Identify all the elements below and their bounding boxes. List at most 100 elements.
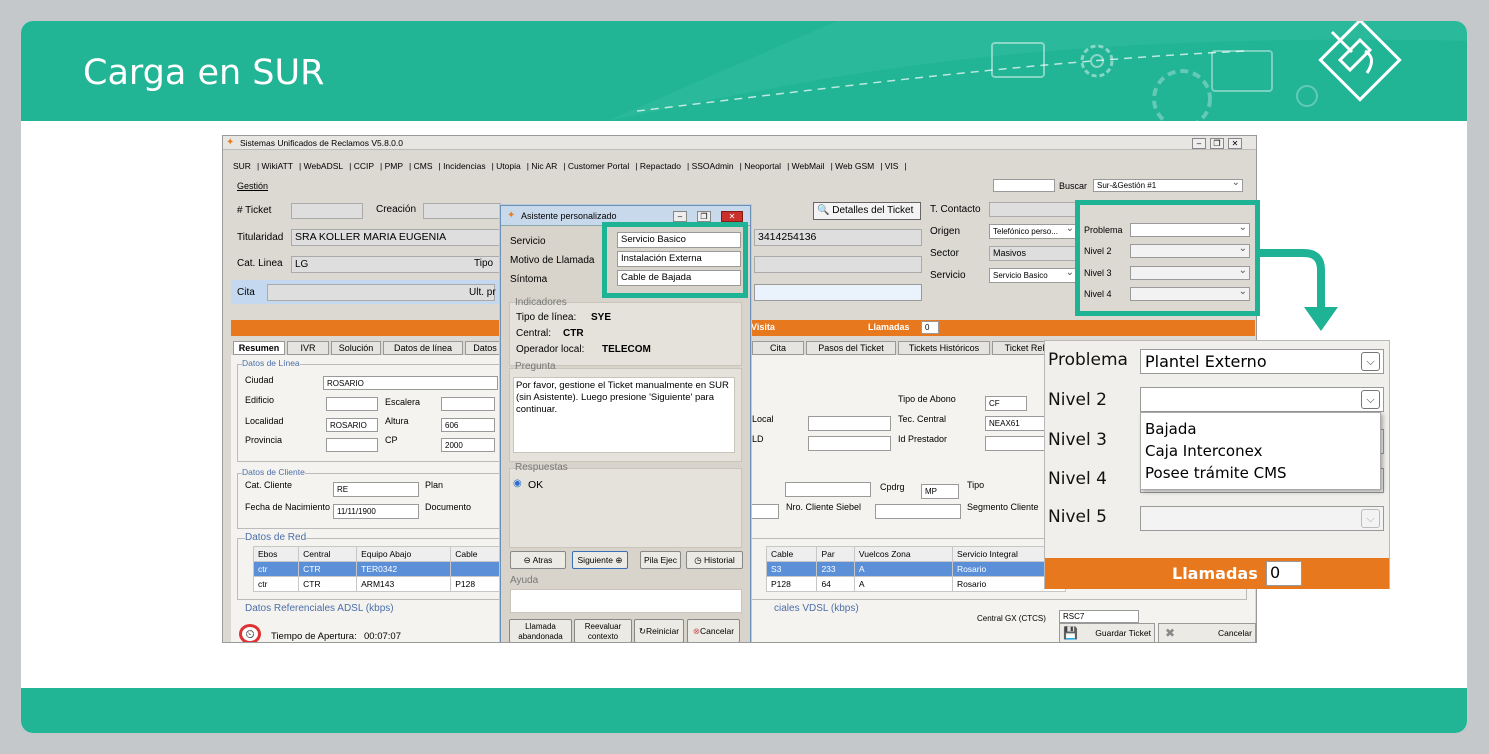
menu-item[interactable]: Neoportal: [744, 161, 781, 171]
slide: Carga en SUR ✦ Sistemas Unificados de Re…: [21, 21, 1467, 733]
menu-item[interactable]: WikiATT: [262, 161, 293, 171]
atras-button[interactable]: ⊖ Atras: [510, 551, 566, 569]
search-icon: 🔍: [817, 205, 830, 216]
menu-item[interactable]: SSOAdmin: [692, 161, 734, 171]
localidad-label: Localidad: [245, 416, 284, 426]
history-icon: ◷: [694, 555, 702, 565]
menu-item[interactable]: WebMail: [792, 161, 825, 171]
tab-ivr[interactable]: IVR: [287, 341, 329, 355]
menu-item[interactable]: CMS: [414, 161, 433, 171]
ld-field: [808, 436, 891, 451]
col-header: Equipo Abajo: [356, 546, 452, 562]
cancelar-button[interactable]: ✖ Cancelar: [1158, 623, 1256, 642]
tab-cita[interactable]: Cita: [752, 341, 804, 355]
cell: 233: [816, 561, 855, 577]
menu-item[interactable]: SUR: [233, 161, 251, 171]
menu-item[interactable]: Web GSM: [835, 161, 874, 171]
menu-item[interactable]: Nic AR: [531, 161, 557, 171]
menu-item[interactable]: CCIP: [354, 161, 374, 171]
central-gx-field: RSC7: [1059, 610, 1139, 623]
ayuda-box: [510, 589, 742, 613]
cell: P128: [765, 576, 818, 592]
t-contacto-label: T. Contacto: [930, 204, 981, 215]
nro-cliente-label: Nro. Cliente Siebel: [786, 502, 862, 512]
llamada-abandonada-button[interactable]: Llamada abandonada: [509, 619, 572, 642]
cell: A: [853, 561, 953, 577]
cpdrg-label: Cpdrg: [880, 482, 905, 492]
operador-value: TELECOM: [602, 344, 651, 355]
zoom-nivel5-label: Nivel 5: [1048, 507, 1107, 527]
slide-header: Carga en SUR: [21, 21, 1467, 121]
dlg-motivo-label: Motivo de Llamada: [510, 255, 595, 266]
pila-ejec-button[interactable]: Pila Ejec: [640, 551, 681, 569]
detalles-button[interactable]: 🔍 Detalles del Ticket: [813, 202, 921, 220]
siguiente-button[interactable]: Siguiente ⊕: [572, 551, 628, 569]
menu-item[interactable]: Incidencias: [443, 161, 486, 171]
reiniciar-button[interactable]: ↻Reiniciar: [634, 619, 684, 642]
col-header: Par: [816, 546, 855, 562]
pregunta-text: Por favor, gestione el Ticket manualment…: [513, 377, 735, 453]
menu-item[interactable]: Repactado: [640, 161, 681, 171]
datos-linea-title: Datos de Línea: [242, 358, 300, 368]
table-row[interactable]: ctr CTR ARM143 P128: [252, 576, 501, 592]
central-label: Central:: [516, 328, 552, 339]
dialog-fields-highlight: [602, 222, 748, 298]
origen-select[interactable]: Telefónico perso...: [989, 224, 1077, 239]
fecha-nac-label: Fecha de Nacimiento: [245, 502, 331, 512]
pregunta-title: Pregunta: [515, 361, 556, 372]
zoom-nivel5-select[interactable]: ⌵: [1140, 506, 1384, 531]
origen-label: Origen: [930, 226, 961, 237]
tab-datos-linea[interactable]: Datos de línea: [383, 341, 463, 355]
header-decoration: [607, 21, 1467, 121]
cp-label: CP: [385, 435, 398, 445]
servicio-select[interactable]: Servicio Basico: [989, 268, 1077, 283]
historial-button[interactable]: ◷ Historial: [686, 551, 743, 569]
dialog-cancelar-button[interactable]: ⊗Cancelar: [687, 619, 740, 642]
table-row[interactable]: P128 64 A Rosario: [765, 576, 1067, 592]
buscar-select[interactable]: Sur-&Gestión #1: [1093, 179, 1243, 192]
cat-linea-field: LG: [291, 256, 501, 273]
zoom-nivel2-select[interactable]: ⌵: [1140, 387, 1384, 412]
gestion-menu[interactable]: Gestión: [237, 181, 268, 191]
tab-datos[interactable]: Datos: [465, 341, 505, 355]
reevaluar-button[interactable]: Reevaluar contexto: [574, 619, 632, 642]
dialog-minimize-icon[interactable]: –: [673, 211, 687, 222]
id-prestador-label: Id Prestador: [898, 434, 948, 444]
llamadas-field: 0: [921, 321, 939, 334]
dialog-restore-icon[interactable]: ❐: [697, 211, 711, 222]
buscar-input[interactable]: [993, 179, 1055, 192]
provincia-field: [326, 438, 378, 452]
tab-historicos[interactable]: Tickets Históricos: [898, 341, 990, 355]
tab-pasos[interactable]: Pasos del Ticket: [806, 341, 896, 355]
menu-item[interactable]: WebADSL: [304, 161, 344, 171]
zoom-problema-select[interactable]: Plantel Externo ⌵: [1140, 349, 1384, 374]
red-table-right: Cable Par Vuelcos Zona Servicio Integral S3…: [765, 546, 1067, 592]
minimize-icon[interactable]: –: [1192, 138, 1206, 149]
guardar-button[interactable]: 💾 Guardar Ticket: [1059, 623, 1155, 642]
restore-icon[interactable]: ❐: [1210, 138, 1224, 149]
respuestas-box: [509, 468, 742, 548]
slide-footer: [21, 688, 1467, 733]
tab-solucion[interactable]: Solución: [331, 341, 381, 355]
radio-ok-icon[interactable]: ◉: [513, 478, 522, 489]
table-row[interactable]: ctr CTR TER0342: [252, 561, 501, 577]
col-header: Cable: [450, 546, 501, 562]
dialog-logo-icon: ✦: [507, 210, 516, 221]
menu-item[interactable]: VIS: [885, 161, 899, 171]
dialog-close-icon[interactable]: ✕: [721, 211, 743, 222]
close-icon[interactable]: ✕: [1228, 138, 1242, 149]
sector-field: Masivos: [989, 246, 1080, 261]
buscar-label: Buscar: [1059, 181, 1088, 191]
radio-ok-label: OK: [528, 479, 544, 491]
menu-item[interactable]: Utopia: [496, 161, 521, 171]
dropdown-option[interactable]: Bajada: [1145, 418, 1376, 440]
tab-resumen[interactable]: Resumen: [233, 341, 285, 355]
ciudad-label: Ciudad: [245, 375, 274, 385]
dropdown-option[interactable]: Caja Interconex: [1145, 440, 1376, 462]
tipo-linea-label: Tipo de línea:: [516, 312, 577, 323]
menu-item[interactable]: Customer Portal: [568, 161, 629, 171]
dropdown-option[interactable]: Posee trámite CMS: [1145, 462, 1376, 484]
table-row[interactable]: S3 233 A Rosario: [765, 561, 1067, 577]
cat-cliente-label: Cat. Cliente: [245, 480, 293, 490]
menu-item[interactable]: PMP: [385, 161, 403, 171]
